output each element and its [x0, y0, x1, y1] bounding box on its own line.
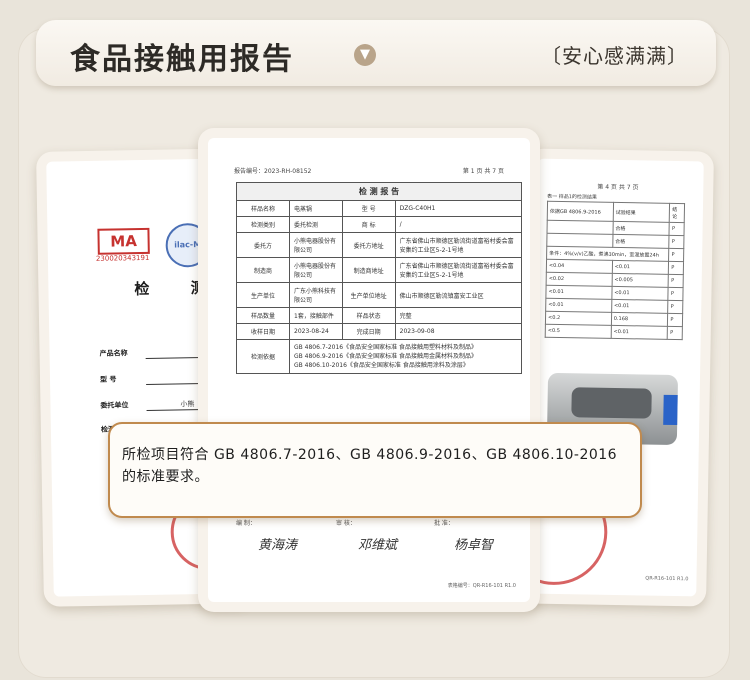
field-label: 委托单位 [100, 401, 129, 410]
field-label: 产品名称 [99, 349, 128, 358]
table-row: <0.5 <0.01 P [545, 324, 683, 340]
table-row: 样品名称 电蒸锅型 号 DZG-C40H1 [236, 200, 523, 217]
section-slogan: 〔安心感满满〕 [541, 44, 688, 68]
signature-review: 邓维斌 [358, 538, 398, 553]
conclusion-callout: 所检项目符合 GB 4806.7-2016、GB 4806.9-2016、GB … [108, 422, 642, 518]
table-row: 样品数量 1套，接触部件 样品状态 完整 [236, 307, 523, 324]
signature-approve: 杨卓智 [454, 538, 494, 553]
right-page-number: 第 4 页 共 7 页 [597, 183, 639, 192]
table-title: 检 测 报 告 [236, 182, 522, 201]
sig-label-compile: 编 制： [236, 520, 256, 527]
signature-compile: 黄海涛 [258, 538, 298, 553]
report-table: 检 测 报 告 样品名称 电蒸锅型 号 DZG-C40H1 检测类别 委托检测商 标 /… [236, 182, 523, 374]
table-cell: 依据GB 4806.9-2016 [547, 201, 614, 222]
page-number: 第 1 页 共 7 页 [462, 168, 504, 175]
conclusion-text: 所检项目符合 GB 4806.7-2016、GB 4806.9-2016、GB … [122, 447, 618, 485]
table-row: 检测依据 GB 4806.7-2016《食品安全国家标准 食品接触用塑料材料及制… [236, 339, 522, 374]
report-card-right: 第 4 页 共 7 页 表一 样品1的检测结果 依据GB 4806.9-2016… [520, 148, 714, 607]
section-header: 食品接触用报告 ▼ 〔安心感满满〕 [36, 20, 716, 86]
table-row: 委托方 小熊电器股份有限公司 委托方地址 广东省佛山市顺德区勒流街道富裕村委会富安集约… [236, 232, 523, 258]
right-results-table: 依据GB 4806.9-2016 试验结果 结论 合格 P 合格 P 条件：4%(v… [545, 201, 685, 340]
chevron-down-icon[interactable]: ▼ [354, 44, 376, 66]
field-label: 型 号 [99, 375, 117, 384]
table-row: 检测类别 委托检测商 标 / [236, 216, 523, 233]
table-cell: 试验结果 [612, 202, 670, 223]
cma-number: 230020343191 [95, 253, 150, 263]
report-number: 报告编号：2023-RH-08152 [234, 168, 312, 175]
right-table-title: 表一 样品1的检测结果 [547, 193, 597, 201]
report-footer: 表格编号：QR-R16-101 R1.0 [447, 583, 516, 589]
basis-item: GB 4806.9-2016《食品安全国家标准 食品接触用金属材料及制品》 [294, 353, 478, 360]
table-row: 生产单位 广东小熊科技有限公司 生产单位地址 佛山市顺德区勒流镇富安工业区 [236, 282, 523, 308]
table-row: 制造商 小熊电器股份有限公司 制造商地址 广东省佛山市顺德区勒流街道富裕村委会富安集约… [236, 257, 523, 283]
sig-label-review: 审 核： [336, 520, 356, 527]
sig-label-approve: 批 准： [434, 520, 454, 527]
basis-item: GB 4806.10-2016《食品安全国家标准 食品接触用涂料及涂层》 [294, 362, 469, 369]
table-cell: 结论 [669, 203, 685, 223]
basis-item: GB 4806.7-2016《食品安全国家标准 食品接触用塑料材料及制品》 [294, 344, 478, 351]
right-footer: QR-R16-101 R1.0 [645, 575, 689, 583]
table-row: 收样日期 2023-08-24 完成日期 2023-09-08 [236, 323, 523, 340]
section-title: 食品接触用报告 [70, 42, 294, 77]
basis-label: 检测依据 [236, 339, 290, 374]
client-partial: 小熊 [180, 400, 195, 409]
report-card-center: 报告编号：2023-RH-08152 第 1 页 共 7 页 检 测 报 告 样… [198, 128, 540, 612]
cma-logo: MA [97, 227, 150, 255]
